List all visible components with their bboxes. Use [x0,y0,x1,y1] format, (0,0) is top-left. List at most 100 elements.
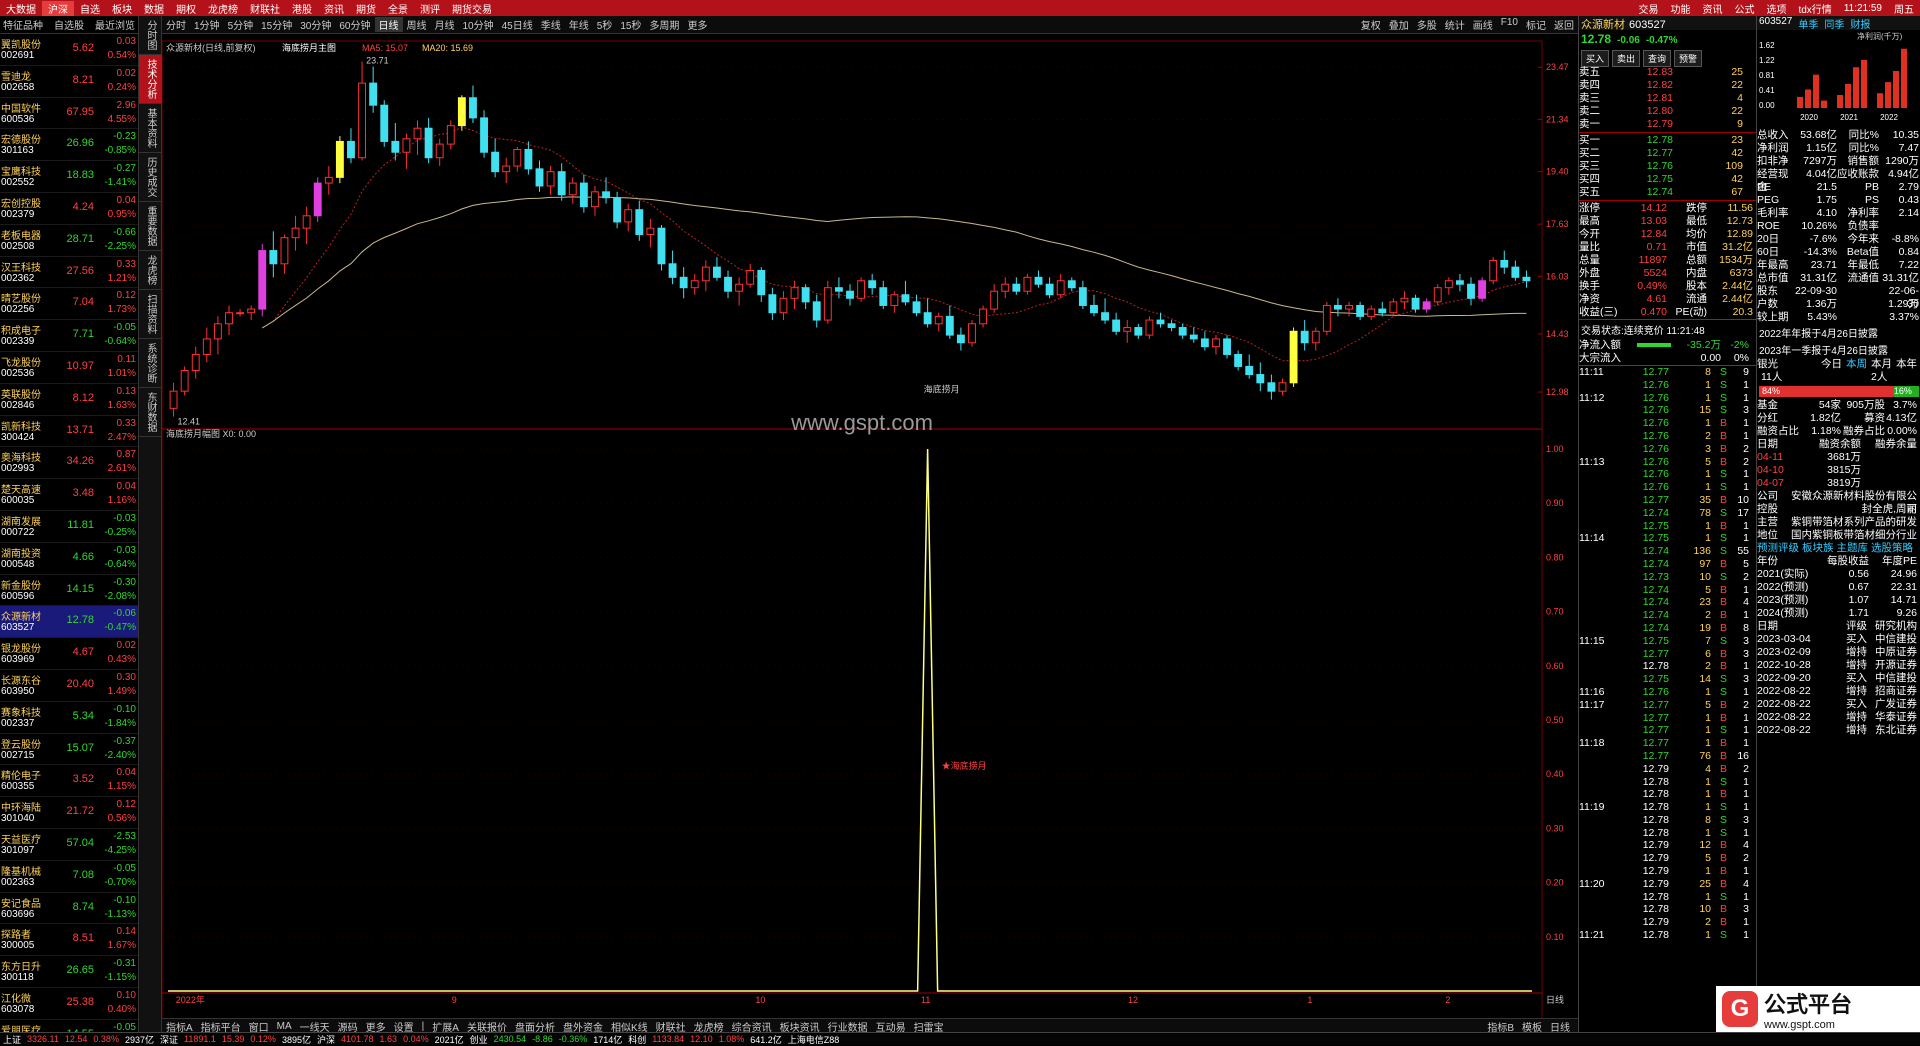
period-button[interactable]: 更多 [683,17,711,32]
stock-row[interactable]: 江化微 603078 25.38 0.10 0.40% [0,988,138,1020]
menu-right-item[interactable]: 选项 [1760,1,1792,16]
period-button[interactable]: 月线 [431,17,459,32]
menu-item[interactable]: 全景 [382,1,414,16]
menu-right-item[interactable]: 公式 [1728,1,1760,16]
period-button[interactable]: 1分钟 [190,17,224,32]
stock-row[interactable]: 翼凯股份 002691 5.62 0.03 0.54% [0,34,138,66]
period-button[interactable]: 10分钟 [459,17,498,32]
period-button[interactable]: 5分钟 [224,17,258,32]
menu-item[interactable]: 港股 [286,1,318,16]
menu-item[interactable]: 数据 [138,1,170,16]
trade-button[interactable]: 买入 [1581,50,1610,67]
period-button[interactable]: 60分钟 [335,17,374,32]
f10-tab[interactable]: 同季 [1824,16,1844,31]
sentiment-tab[interactable]: 本周 [1846,358,1867,371]
toolbar-button[interactable]: 返回 [1550,17,1578,32]
period-button[interactable]: 周线 [403,17,431,32]
stock-row[interactable]: 新金股份 600596 14.15 -0.30 -2.08% [0,575,138,607]
period-button[interactable]: 45日线 [498,17,537,32]
stock-row[interactable]: 中国软件 600536 67.95 2.96 4.55% [0,98,138,130]
stock-row[interactable]: 东方日升 300118 26.65 -0.31 -1.15% [0,956,138,988]
stock-row[interactable]: 精伦电子 600355 3.52 0.04 1.15% [0,765,138,798]
menu-item[interactable]: 龙虎榜 [202,1,244,16]
menu-right-item[interactable]: 资讯 [1696,1,1728,16]
f10-link[interactable]: 预测评级 [1757,542,1799,555]
menu-right-item[interactable]: 交易 [1632,1,1664,16]
stock-row[interactable]: 凯新科技 300424 13.71 0.33 2.47% [0,416,138,448]
sentiment-tab[interactable]: 本月 [1871,358,1892,371]
toolbar-button[interactable]: 多股 [1413,17,1441,32]
vtab[interactable]: 分时图 [139,16,162,55]
stock-row[interactable]: 汉王科技 002362 27.56 0.33 1.21% [0,257,138,289]
trade-button[interactable]: 卖出 [1612,50,1641,67]
stock-row[interactable]: 银龙股份 603969 4.67 0.02 0.43% [0,638,138,670]
f10-link[interactable]: 板块族 [1802,542,1834,555]
toolbar-button[interactable]: 叠加 [1385,17,1413,32]
period-button[interactable]: 15秒 [616,17,645,32]
period-button[interactable]: 15分钟 [257,17,296,32]
stock-row[interactable]: 天益医疗 301097 57.04 -2.53 -4.25% [0,829,138,861]
f10-link[interactable]: 选股策略 [1871,542,1913,555]
stock-row[interactable]: 晴艺股份 002256 7.04 0.12 1.73% [0,288,138,321]
stock-row[interactable]: 湖南发展 000722 11.81 -0.03 -0.25% [0,511,138,543]
toolbar-button[interactable]: 统计 [1441,17,1469,32]
menu-item[interactable]: 财联社 [244,1,286,16]
stock-row[interactable]: 探路者 300005 8.51 0.14 1.67% [0,924,138,957]
vtab[interactable]: 龙虎榜 [139,251,162,290]
vtab[interactable]: 历史成交 [139,153,162,202]
toolbar-button[interactable]: 标记 [1522,17,1550,32]
stock-row[interactable]: 雪迪龙 002658 8.21 0.02 0.24% [0,66,138,98]
sentiment-tab[interactable]: 今日 [1821,358,1842,371]
menu-item[interactable]: 沪深 [42,0,74,16]
vtab[interactable]: 扫描资料 [139,290,162,339]
stock-row[interactable]: 爱朋医疗30075314.55-0.05-0.34% [0,1020,138,1032]
vtab[interactable]: 东财数据 [139,388,162,437]
stock-row[interactable]: 宏创控股 002379 4.24 0.04 0.95% [0,193,138,225]
period-button[interactable]: 分时 [162,17,190,32]
period-button[interactable]: 30分钟 [296,17,335,32]
stock-row[interactable]: 湖南投资 000548 4.66 -0.03 -0.64% [0,543,138,575]
menu-item[interactable]: 自选 [74,1,106,16]
notice-link[interactable]: 2022年年报于4月26日披露 [1757,324,1920,341]
f10-tab[interactable]: 单季 [1798,16,1818,31]
trade-button[interactable]: 预警 [1674,50,1703,67]
menu-item[interactable]: 期货 [350,1,382,16]
period-button[interactable]: 5秒 [593,17,617,32]
kline-chart[interactable]: 众源新材(日线,前复权) 海底捞月主图 MA5: 15.07 MA20: 15.69 海… [162,34,1578,1032]
period-button[interactable]: 多周期 [645,17,683,32]
period-button[interactable]: 日线 [374,17,403,32]
stock-row[interactable]: 安记食品 603696 8.74 -0.10 -1.13% [0,893,138,925]
stock-row[interactable]: 积成电子 002339 7.71 -0.05 -0.64% [0,320,138,352]
stock-row[interactable]: 长源东谷 603950 20.40 0.30 1.49% [0,670,138,702]
stock-row[interactable]: 老板电器 002508 28.71 -0.66 -2.25% [0,225,138,257]
menu-item[interactable]: 板块 [106,1,138,16]
menu-item[interactable]: 大数据 [0,1,42,16]
vtab[interactable]: 技术分析 [139,55,162,104]
vtab[interactable]: 系统诊断 [139,339,162,388]
period-button[interactable]: 年线 [565,17,593,32]
trade-button[interactable]: 查询 [1643,50,1672,67]
stock-row[interactable]: 宏德股份 301163 26.96 -0.23 -0.85% [0,129,138,162]
menu-right-item[interactable]: tdx行情 [1792,1,1837,16]
stock-row[interactable]: 飞龙股份 002536 10.97 0.11 1.01% [0,352,138,384]
indicator-tab[interactable]: MA [273,1021,296,1032]
menu-item[interactable]: 资讯 [318,1,350,16]
vtab[interactable]: 重要数据 [139,202,162,251]
menu-right-item[interactable]: 功能 [1664,1,1696,16]
stock-row[interactable]: 中环海陆 301040 21.72 0.12 0.56% [0,797,138,829]
stock-list-tab[interactable]: 特征品种 [0,17,46,32]
stock-row[interactable]: 宝鹰科技 002552 18.83 -0.27 -1.41% [0,161,138,193]
f10-link[interactable]: 主题库 [1837,542,1869,555]
sentiment-tab[interactable]: 本年 [1896,358,1917,371]
stock-list-tab[interactable]: 最近浏览 [92,17,138,32]
period-button[interactable]: 季线 [537,17,565,32]
stock-row[interactable]: 奥海科技 002993 34.26 0.87 2.61% [0,447,138,480]
notice-link[interactable]: 2023年一季报于4月26日披露 [1757,341,1920,358]
stock-row[interactable]: 楚天高速 600035 3.48 0.04 1.16% [0,479,138,511]
stock-row[interactable]: 众源新材 603527 12.78 -0.06 -0.47% [0,606,138,639]
stock-list-tab[interactable]: 自选股 [46,17,92,32]
stock-row[interactable]: 登云股份 002715 15.07 -0.37 -2.40% [0,734,138,766]
menu-item[interactable]: 期权 [170,1,202,16]
vtab[interactable]: 基本资料 [139,104,162,153]
toolbar-button[interactable]: 画线 [1469,17,1497,32]
